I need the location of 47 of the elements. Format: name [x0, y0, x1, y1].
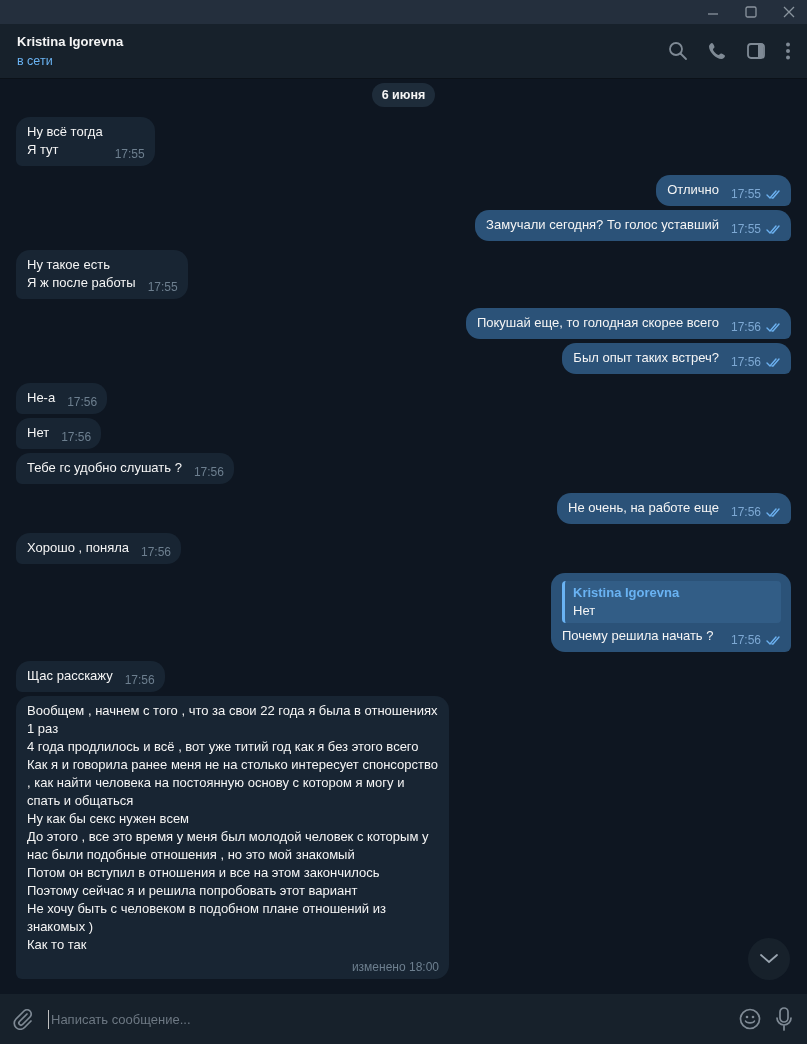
message-text: Не-а: [27, 389, 56, 407]
message-time: 17:56: [61, 429, 92, 446]
quote-text: Нет: [573, 602, 597, 620]
message-time: 17:56: [730, 632, 761, 649]
chevron-down-icon: [760, 954, 778, 964]
emoji-icon[interactable]: [739, 1008, 761, 1030]
paperclip-icon[interactable]: [12, 1008, 34, 1030]
date-separator: 6 июня: [371, 83, 436, 107]
message-time: изменено 18:00: [351, 959, 439, 976]
phone-icon[interactable]: [707, 41, 727, 61]
message-text: Нет: [27, 424, 50, 442]
more-icon[interactable]: [785, 41, 791, 61]
message-time: 17:56: [730, 504, 761, 521]
quote-author: Kristina Igorevna: [573, 584, 681, 602]
message-text: Был опыт таких встреч?: [573, 349, 719, 367]
message-time: 17:55: [730, 186, 761, 203]
message-time: 17:56: [193, 464, 224, 481]
message-time: 17:56: [141, 544, 172, 561]
message-text: Щас расскажу: [27, 667, 113, 685]
sidebar-icon[interactable]: [746, 41, 766, 61]
microphone-icon[interactable]: [775, 1007, 793, 1031]
message-time: 17:56: [67, 394, 98, 411]
scroll-down-button[interactable]: [748, 938, 790, 980]
message-text: Хорошо , поняла: [27, 539, 129, 557]
message-input[interactable]: Написать сообщение...: [48, 1009, 725, 1029]
message-text: Ну всё тогда Я тут: [27, 123, 103, 159]
close-icon[interactable]: [781, 4, 797, 20]
message-text: Покушай еще, то голодная скорее всего: [476, 314, 719, 332]
message-text: Ну такое есть Я ж после работы: [27, 256, 136, 292]
message-time: 17:56: [730, 319, 761, 336]
message-text: Вообщем , начнем с того , что за свои 22 года я была в отношениях 1 раз 4 года продлилось и всё , вот уже титий год как я без этого всего Как я и говорила ранее меня не на столько интересует спонсорство , как найти человека на постоянную основу с котором я могу и спать и общаться Ну как бы секс нужен всем До этого , все это время у меня был молодой человек с которым у нас были подобные отношения , но это мой знакомый Потом он вступил в отношения и все на этом закончилось Поэтому сейчас я и решила попробовать этот вариант Не хочу быть с человеком в подобном плане отношений из знакомых ) Как то так: [27, 702, 439, 954]
message-text: Не очень, на работе еще: [568, 499, 719, 517]
message-text: Замучали сегодня? То голос уставший: [486, 216, 719, 234]
online-status: в сети: [17, 54, 54, 68]
search-icon[interactable]: [668, 41, 688, 61]
message-time: 17:55: [730, 221, 761, 238]
message-text: Почему решила начать ?: [562, 627, 714, 645]
reply-quote[interactable]: Kristina Igorevna Нет: [562, 581, 781, 623]
message-text: Тебе гс удобно слушать ?: [27, 459, 182, 477]
contact-name: Kristina Igorevna: [17, 34, 124, 49]
message-time: 17:56: [124, 672, 155, 689]
maximize-icon[interactable]: [743, 4, 759, 20]
message-time: 17:55: [147, 279, 178, 296]
message-text: Отлично: [667, 181, 719, 199]
message-time: 17:56: [730, 354, 761, 371]
message-time: 17:55: [114, 146, 145, 163]
message-composer[interactable]: Написать сообщение...: [0, 994, 807, 1044]
